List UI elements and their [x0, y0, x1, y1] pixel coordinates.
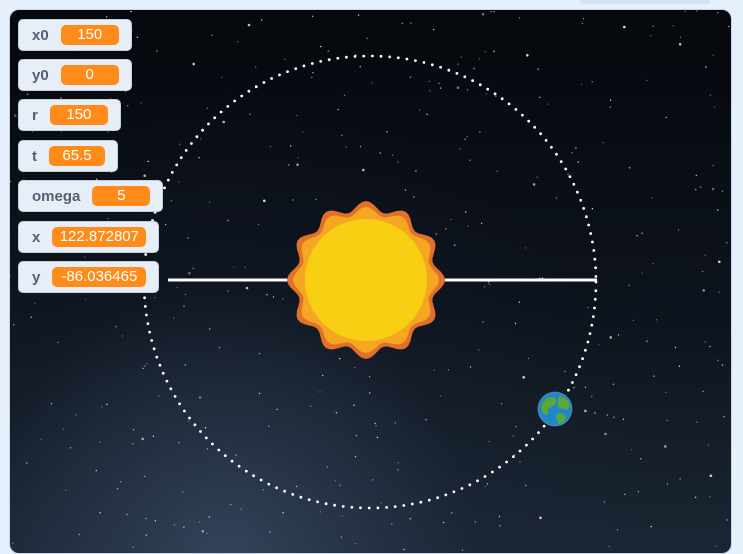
- monitor-value: -86.036465: [52, 267, 147, 287]
- monitor-label: r: [32, 106, 38, 124]
- sun-core: [305, 219, 427, 341]
- monitor-x[interactable]: x 122.872807: [18, 221, 160, 253]
- monitor-label: omega: [32, 187, 81, 205]
- top-edge-tab: [580, 0, 710, 4]
- monitor-value: 0: [60, 65, 119, 85]
- monitor-value: 5: [92, 186, 151, 206]
- monitor-label: x: [32, 228, 41, 246]
- monitor-y0[interactable]: y0 0: [18, 59, 132, 91]
- monitor-value: 150: [49, 105, 108, 125]
- earth-sprite[interactable]: [537, 391, 573, 427]
- sun-sprite[interactable]: [287, 201, 445, 359]
- monitor-y[interactable]: y -86.036465: [18, 261, 160, 293]
- stage[interactable]: x0 150 y0 0 r 150 t 65.5 omega 5 x 122.872807 y -86.0…: [9, 9, 732, 554]
- monitor-x0[interactable]: x0 150: [18, 19, 132, 51]
- monitor-label: t: [32, 147, 37, 165]
- monitor-label: y: [32, 268, 41, 286]
- monitor-omega[interactable]: omega 5: [18, 180, 164, 212]
- monitor-label: y0: [32, 66, 49, 84]
- monitor-value: 150: [60, 25, 119, 45]
- monitor-label: x0: [32, 26, 49, 44]
- monitor-r[interactable]: r 150: [18, 99, 121, 131]
- monitor-t[interactable]: t 65.5: [18, 140, 118, 172]
- monitor-value: 122.872807: [52, 227, 147, 247]
- monitor-value: 65.5: [49, 146, 105, 166]
